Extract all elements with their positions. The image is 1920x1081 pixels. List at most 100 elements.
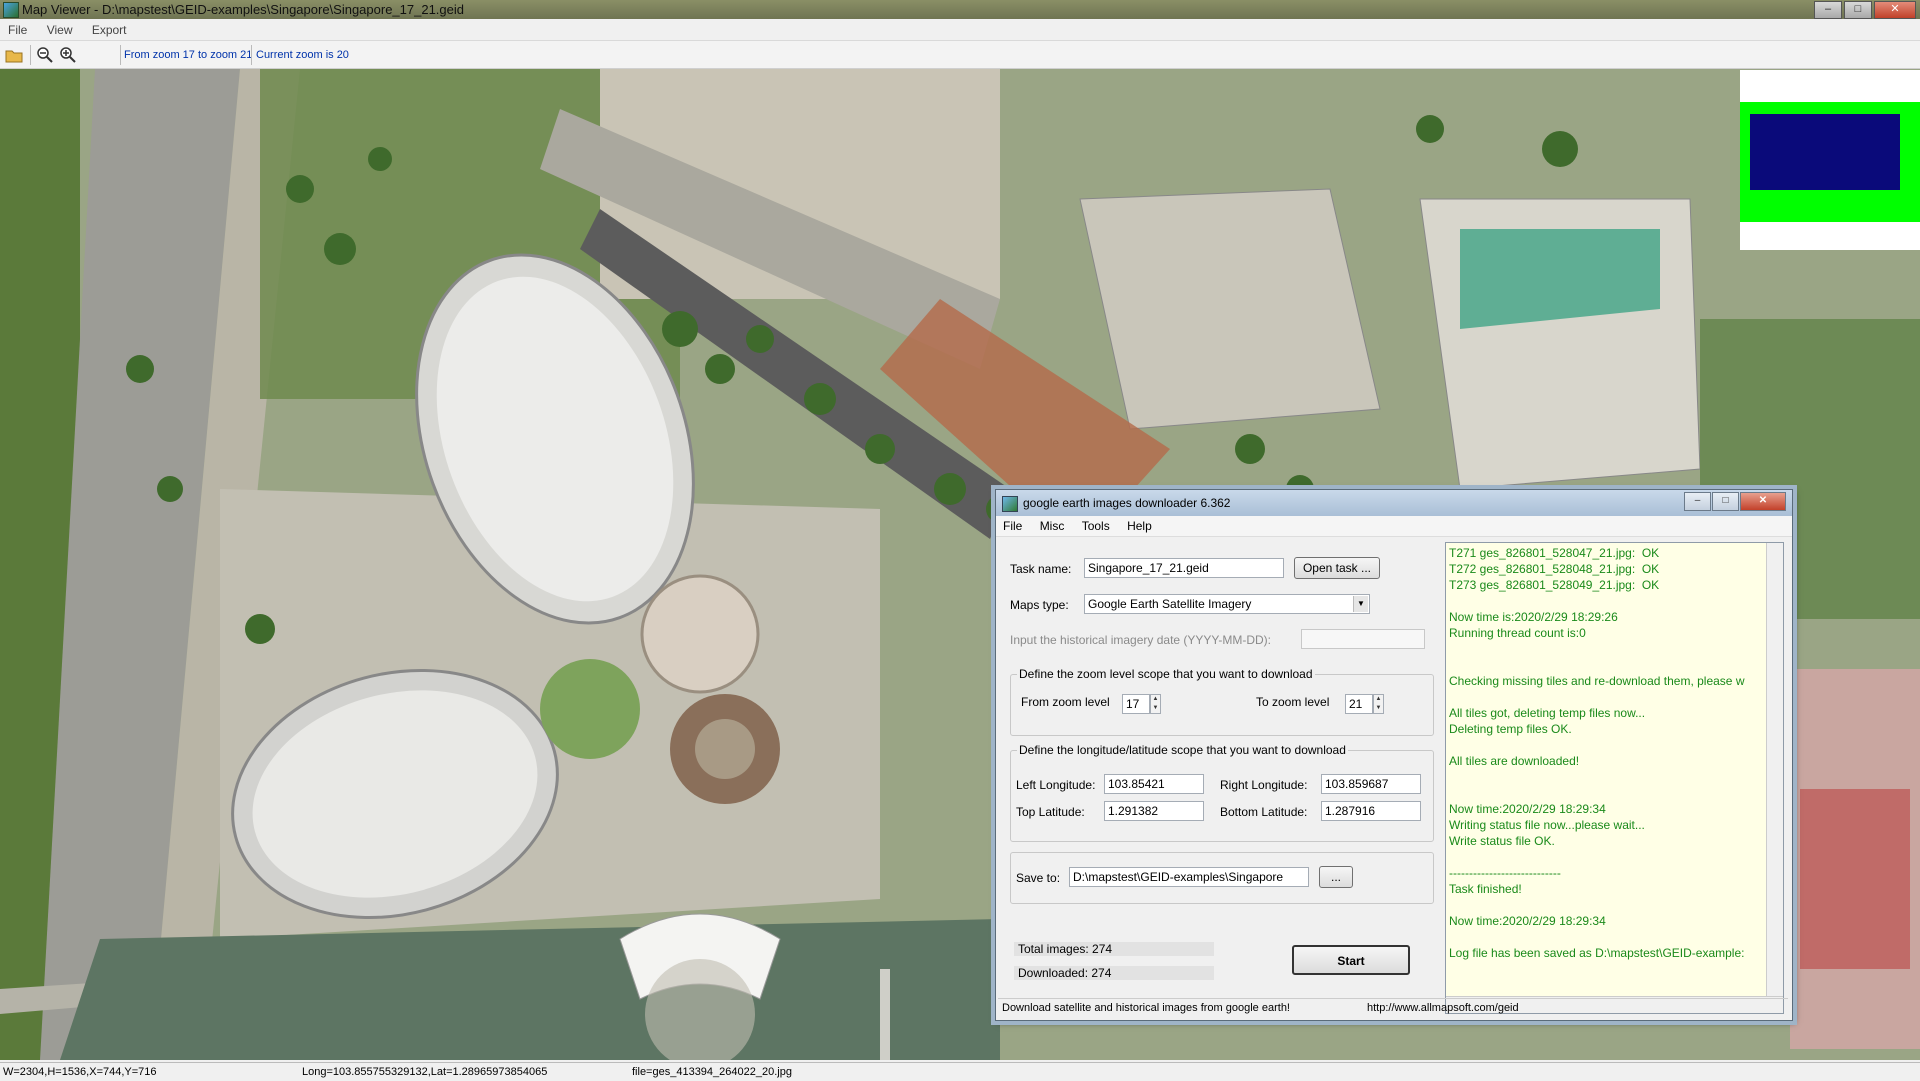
zoom-out-icon[interactable]: [36, 46, 54, 64]
lonlat-group: Define the longitude/latitude scope that…: [1010, 743, 1434, 842]
menu-file[interactable]: File: [0, 20, 35, 40]
dialog-status-url[interactable]: http://www.allmapsoft.com/geid: [1367, 999, 1519, 1017]
historical-date-input[interactable]: [1301, 629, 1425, 649]
overview-viewport: [1750, 114, 1900, 190]
top-latitude-label: Top Latitude:: [1016, 805, 1085, 819]
from-zoom-label: From zoom level: [1021, 695, 1110, 709]
zoom-in-icon[interactable]: [59, 46, 77, 64]
log-line: All tiles got, deleting temp files now..…: [1449, 706, 1646, 720]
toolbar: From zoom 17 to zoom 21 Current zoom is …: [0, 41, 1920, 69]
open-folder-icon[interactable]: [5, 46, 23, 64]
bottom-latitude-input[interactable]: 1.287916: [1321, 801, 1421, 821]
log-panel[interactable]: T271 ges_826801_528047_21.jpg: OK T272 ge…: [1445, 542, 1784, 1014]
dialog-menu-tools[interactable]: Tools: [1075, 516, 1117, 536]
minimize-button[interactable]: –: [1814, 1, 1842, 19]
status-coordinates: Long=103.855755329132,Lat=1.289659738540…: [302, 1066, 548, 1078]
toolbar-separator: [120, 45, 121, 65]
log-line: Deleting temp files OK.: [1449, 722, 1572, 736]
historical-date-label: Input the historical imagery date (YYYY-…: [1010, 633, 1271, 647]
status-file: file=ges_413394_264022_20.jpg: [632, 1066, 792, 1078]
right-longitude-input[interactable]: 103.859687: [1321, 774, 1421, 794]
log-line: T273 ges_826801_528049_21.jpg: OK: [1449, 578, 1660, 592]
chevron-down-icon[interactable]: ▼: [1353, 596, 1368, 612]
maps-type-value: Google Earth Satellite Imagery: [1088, 597, 1252, 611]
browse-button[interactable]: ...: [1319, 866, 1353, 888]
task-name-label: Task name:: [1010, 562, 1072, 576]
dialog-menu-misc[interactable]: Misc: [1033, 516, 1072, 536]
log-line: Log file has been saved as D:\mapstest\G…: [1449, 946, 1745, 960]
toolbar-separator: [251, 45, 252, 65]
log-line: ----------------------------: [1449, 866, 1561, 880]
toolbar-separator: [30, 45, 31, 65]
overview-map[interactable]: [1740, 70, 1920, 250]
maps-type-select[interactable]: Google Earth Satellite Imagery ▼: [1084, 594, 1370, 614]
lonlat-group-legend: Define the longitude/latitude scope that…: [1017, 743, 1348, 757]
log-line: Now time:2020/2/29 18:29:34: [1449, 914, 1606, 928]
zoom-level-group: Define the zoom level scope that you wan…: [1010, 667, 1434, 736]
log-line: T272 ges_826801_528048_21.jpg: OK: [1449, 562, 1660, 576]
total-images-label: Total images: 274: [1018, 942, 1113, 956]
downloader-dialog: google earth images downloader 6.362 – □…: [995, 489, 1793, 1021]
top-latitude-input[interactable]: 1.291382: [1104, 801, 1204, 821]
to-zoom-stepper[interactable]: ▲ ▼: [1373, 694, 1384, 714]
log-line: Checking missing tiles and re-download t…: [1449, 674, 1745, 688]
log-lines: T271 ges_826801_528047_21.jpg: OK T272 ge…: [1449, 545, 1765, 961]
maximize-button[interactable]: □: [1844, 1, 1872, 19]
task-name-input[interactable]: Singapore_17_21.geid: [1084, 558, 1284, 578]
window-title: Map Viewer - D:\mapstest\GEID-examples\S…: [22, 2, 464, 17]
dialog-minimize-button[interactable]: –: [1684, 492, 1711, 511]
statusbar: W=2304,H=1536,X=744,Y=716 Long=103.85575…: [0, 1062, 1920, 1081]
open-task-button[interactable]: Open task ...: [1294, 557, 1380, 579]
log-line: Writing status file now...please wait...: [1449, 818, 1645, 832]
bottom-latitude-label: Bottom Latitude:: [1220, 805, 1308, 819]
overview-viewport-frame: [1740, 102, 1920, 222]
log-line: Task finished!: [1449, 882, 1522, 896]
log-line: Now time is:2020/2/29 18:29:26: [1449, 610, 1618, 624]
window-titlebar: Map Viewer - D:\mapstest\GEID-examples\S…: [0, 0, 1920, 19]
dialog-menubar: File Misc Tools Help: [996, 516, 1792, 537]
current-zoom-text: Current zoom is 20: [256, 49, 349, 61]
log-vertical-scrollbar[interactable]: [1766, 543, 1783, 998]
dialog-menu-help[interactable]: Help: [1120, 516, 1159, 536]
globe-icon: [1002, 496, 1018, 512]
zoom-group-legend: Define the zoom level scope that you wan…: [1017, 667, 1315, 681]
dialog-status-text: Download satellite and historical images…: [1002, 1002, 1290, 1014]
app-icon: [3, 2, 19, 18]
dialog-maximize-button[interactable]: □: [1712, 492, 1739, 511]
left-longitude-input[interactable]: 103.85421: [1104, 774, 1204, 794]
dialog-statusbar: Download satellite and historical images…: [998, 998, 1788, 1017]
dialog-menu-file[interactable]: File: [996, 516, 1029, 536]
status-image-size: W=2304,H=1536,X=744,Y=716: [3, 1066, 157, 1078]
menu-export[interactable]: Export: [84, 20, 135, 40]
downloaded-label: Downloaded: 274: [1018, 966, 1112, 980]
to-zoom-input[interactable]: 21: [1345, 694, 1373, 714]
from-zoom-stepper[interactable]: ▲ ▼: [1150, 694, 1161, 714]
menubar: File View Export: [0, 20, 1920, 41]
dialog-title: google earth images downloader 6.362: [1023, 496, 1231, 510]
zoom-range-text: From zoom 17 to zoom 21: [124, 49, 253, 61]
left-longitude-label: Left Longitude:: [1016, 778, 1096, 792]
dialog-close-button[interactable]: ✕: [1740, 492, 1786, 511]
menu-view[interactable]: View: [39, 20, 81, 40]
save-to-label: Save to:: [1016, 871, 1061, 885]
maps-type-label: Maps type:: [1010, 598, 1069, 612]
from-zoom-input[interactable]: 17: [1122, 694, 1150, 714]
save-to-input[interactable]: D:\mapstest\GEID-examples\Singapore: [1069, 867, 1309, 887]
log-line: Now time:2020/2/29 18:29:34: [1449, 802, 1606, 816]
log-line: Running thread count is:0: [1449, 626, 1586, 640]
log-line: All tiles are downloaded!: [1449, 754, 1580, 768]
log-line: Write status file OK.: [1449, 834, 1555, 848]
close-button[interactable]: ✕: [1874, 1, 1916, 19]
start-button[interactable]: Start: [1292, 945, 1410, 975]
dialog-titlebar: google earth images downloader 6.362 – □…: [996, 490, 1792, 516]
